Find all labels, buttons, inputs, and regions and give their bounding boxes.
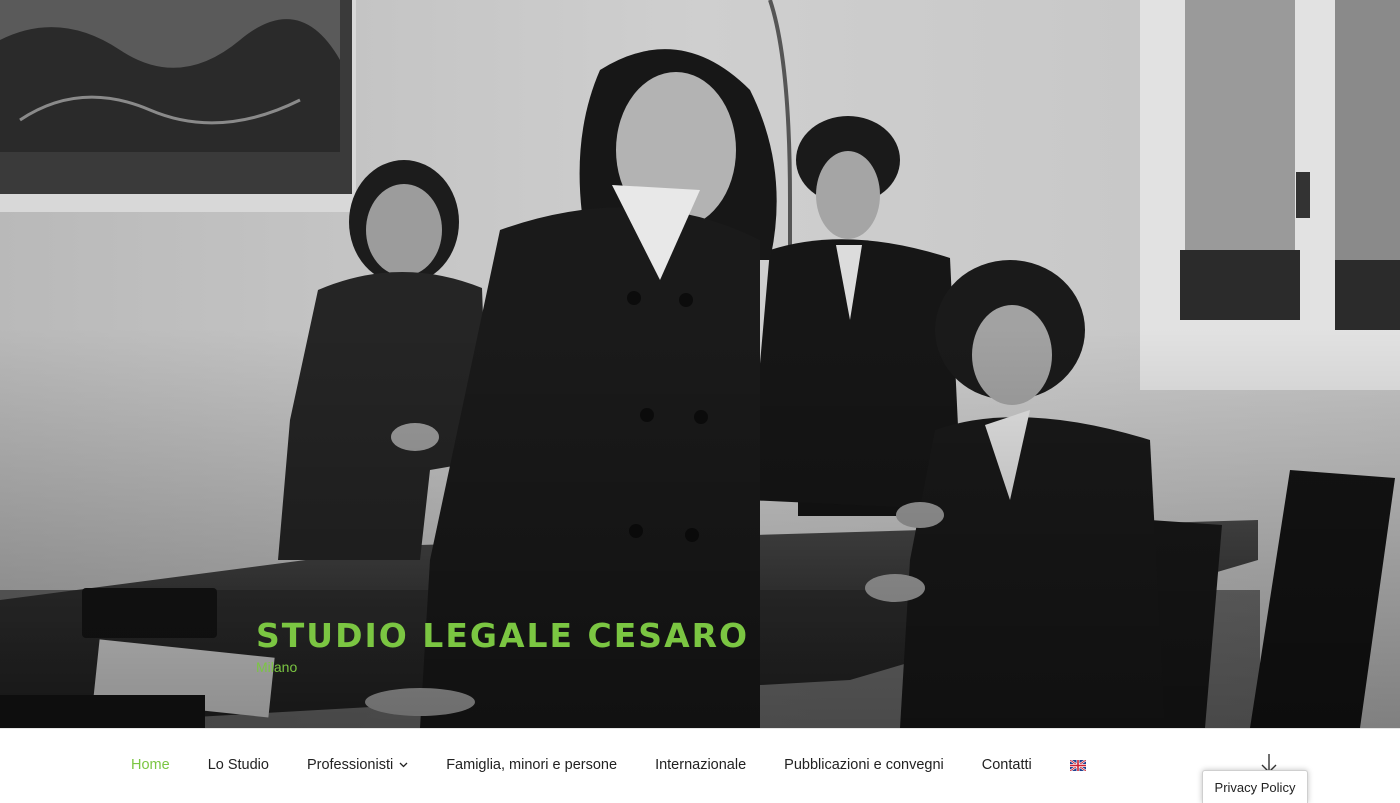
menu-item-label: Home: [131, 757, 170, 773]
menu-item-language-en[interactable]: [1051, 759, 1105, 771]
header-hero-image: STUDIO LEGALE CESARO Milano: [0, 0, 1400, 728]
navigation-bar: Home Lo Studio Professionisti Famiglia, …: [0, 728, 1400, 801]
menu-item-professionisti[interactable]: Professionisti: [288, 757, 427, 773]
main-menu: Home Lo Studio Professionisti Famiglia, …: [112, 729, 1105, 801]
menu-item-label: Internazionale: [655, 757, 747, 773]
uk-flag-icon: [1069, 759, 1086, 771]
menu-item-label: Professionisti: [306, 757, 394, 773]
menu-item-home[interactable]: Home: [112, 757, 189, 773]
site-branding: STUDIO LEGALE CESARO Milano: [256, 614, 749, 676]
privacy-policy-label: Privacy Policy: [1214, 779, 1296, 795]
menu-item-label: Famiglia, minori e persone: [446, 757, 618, 773]
menu-item-internazionale[interactable]: Internazionale: [636, 757, 765, 773]
menu-item-label: Pubblicazioni e convegni: [784, 757, 944, 773]
privacy-policy-button[interactable]: Privacy Policy: [1202, 770, 1308, 803]
menu-item-label: Contatti: [981, 757, 1032, 773]
site-description: Milano: [256, 659, 298, 675]
menu-item-contatti[interactable]: Contatti: [963, 757, 1051, 773]
menu-item-label: Lo Studio: [207, 757, 269, 773]
menu-item-famiglia[interactable]: Famiglia, minori e persone: [427, 757, 636, 773]
menu-item-pubblicazioni[interactable]: Pubblicazioni e convegni: [765, 757, 963, 773]
chevron-down-icon: [399, 762, 408, 768]
menu-item-lo-studio[interactable]: Lo Studio: [189, 757, 288, 773]
site-title[interactable]: STUDIO LEGALE CESARO: [256, 614, 749, 658]
